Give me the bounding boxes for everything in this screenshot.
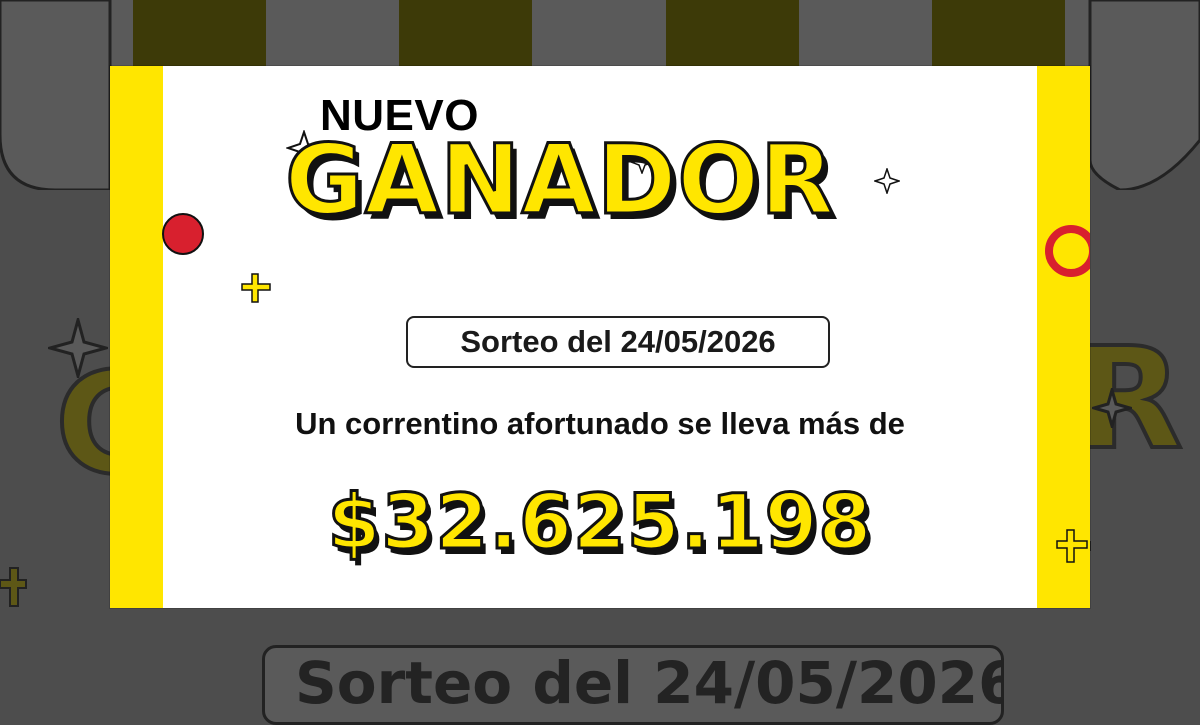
headline-title: GANADOR: [284, 124, 836, 236]
draw-date-label: Sorteo del 24/05/2026: [460, 324, 776, 359]
background-draw-date-pill: Sorteo del 24/05/2026: [262, 645, 1004, 725]
sparkle-icon: [1092, 388, 1132, 428]
draw-date-badge: Sorteo del 24/05/2026: [406, 316, 830, 368]
winner-card: NUEVO GANADOR Sorteo del 24/05/2026 Un c…: [110, 66, 1090, 608]
prize-amount: $32.625.198: [326, 475, 873, 567]
headline-wrap: GANADOR: [284, 124, 925, 238]
plus-icon: [241, 273, 271, 303]
circle-icon: [162, 213, 204, 255]
plus-icon: [1056, 529, 1088, 563]
sparkle-icon: [48, 318, 108, 378]
plus-icon: [0, 567, 27, 607]
card-stripe-left: [110, 66, 163, 608]
background-draw-date-label: Sorteo del 24/05/2026: [295, 649, 1004, 717]
winner-subtitle: Un correntino afortunado se lleva más de: [295, 406, 905, 441]
ring-icon: [1045, 225, 1090, 277]
card-stripe-right: [1037, 66, 1090, 608]
